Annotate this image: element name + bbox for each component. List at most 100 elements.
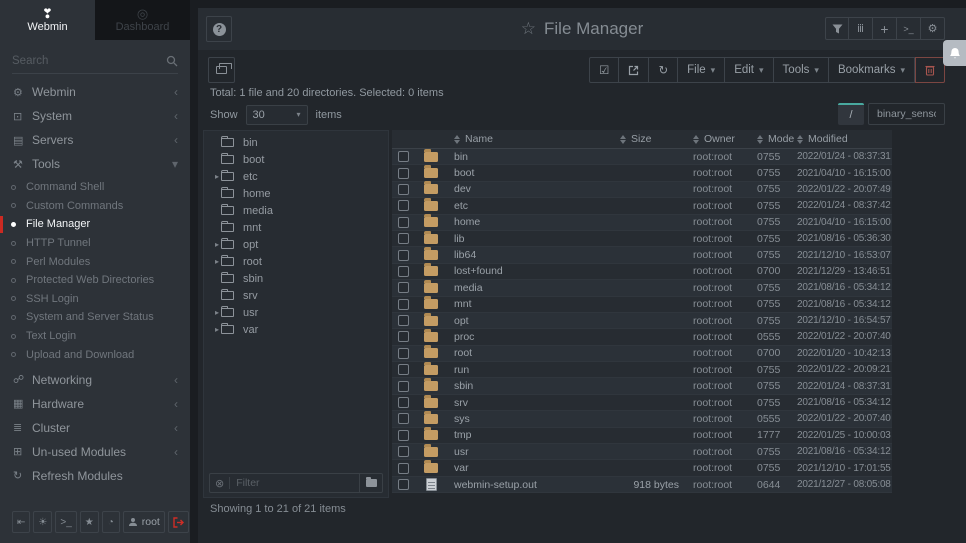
table-row[interactable]: opt root:root 0755 2021/12/10 - 16:54:57 bbox=[392, 313, 892, 329]
column-header-modified[interactable]: Modified bbox=[797, 133, 892, 145]
row-checkbox[interactable] bbox=[398, 364, 409, 375]
row-checkbox[interactable] bbox=[398, 184, 409, 195]
sidebar-item-command-shell[interactable]: Command Shell bbox=[0, 178, 190, 197]
sidebar-item-tools[interactable]: ⚒ Tools ▾ bbox=[0, 152, 190, 176]
row-checkbox[interactable] bbox=[398, 315, 409, 326]
tree-folder-toggle[interactable] bbox=[359, 474, 377, 492]
table-row[interactable]: webmin-setup.out 918 bytes root:root 064… bbox=[392, 477, 892, 493]
sidebar-item-webmin[interactable]: ⚙ Webmin ‹ bbox=[0, 80, 190, 104]
path-search-input[interactable] bbox=[868, 103, 945, 125]
table-row[interactable]: sys root:root 0555 2022/01/22 - 20:07:40 bbox=[392, 411, 892, 427]
file-name[interactable]: dev bbox=[454, 183, 471, 195]
file-name[interactable]: media bbox=[454, 282, 483, 294]
tree-item-usr[interactable]: ▸ usr bbox=[204, 304, 388, 321]
tree-item-bin[interactable]: bin bbox=[204, 134, 388, 151]
tree-item-home[interactable]: home bbox=[204, 185, 388, 202]
open-location-button[interactable] bbox=[619, 57, 649, 83]
refresh-button[interactable]: ↻ bbox=[649, 57, 678, 83]
row-checkbox[interactable] bbox=[398, 233, 409, 244]
row-checkbox[interactable] bbox=[398, 348, 409, 359]
table-row[interactable]: root root:root 0700 2022/01/20 - 10:42:1… bbox=[392, 346, 892, 362]
row-checkbox[interactable] bbox=[398, 430, 409, 441]
user-button[interactable]: root bbox=[123, 511, 165, 533]
row-checkbox[interactable] bbox=[398, 168, 409, 179]
file-name[interactable]: srv bbox=[454, 397, 468, 409]
sidebar-search-input[interactable] bbox=[12, 55, 166, 67]
expand-arrow-icon[interactable]: ▸ bbox=[204, 257, 218, 266]
sidebar-item-custom-commands[interactable]: Custom Commands bbox=[0, 197, 190, 216]
filter-button[interactable] bbox=[825, 17, 849, 40]
tree-item-mnt[interactable]: mnt bbox=[204, 219, 388, 236]
file-name[interactable]: etc bbox=[454, 200, 468, 212]
table-row[interactable]: boot root:root 0755 2021/04/10 - 16:15:0… bbox=[392, 165, 892, 181]
sidebar-item-ssh-login[interactable]: SSH Login bbox=[0, 290, 190, 309]
table-row[interactable]: bin root:root 0755 2022/01/24 - 08:37:31 bbox=[392, 149, 892, 165]
sidebar-item-system[interactable]: ⊡ System ‹ bbox=[0, 104, 190, 128]
table-row[interactable]: usr root:root 0755 2021/08/16 - 05:34:12 bbox=[392, 444, 892, 460]
column-header-name[interactable]: Name bbox=[448, 133, 608, 145]
table-row[interactable]: home root:root 0755 2021/04/10 - 16:15:0… bbox=[392, 215, 892, 231]
file-name[interactable]: webmin-setup.out bbox=[454, 479, 537, 491]
file-name[interactable]: home bbox=[454, 216, 480, 228]
row-checkbox[interactable] bbox=[398, 266, 409, 277]
row-checkbox[interactable] bbox=[398, 299, 409, 310]
tree-item-etc[interactable]: ▸ etc bbox=[204, 168, 388, 185]
file-name[interactable]: boot bbox=[454, 167, 474, 179]
file-name[interactable]: opt bbox=[454, 315, 469, 327]
file-name[interactable]: lib bbox=[454, 233, 465, 245]
sidebar-item-refresh-modules[interactable]: ↻ Refresh Modules bbox=[0, 464, 190, 488]
table-row[interactable]: etc root:root 0755 2022/01/24 - 08:37:42 bbox=[392, 198, 892, 214]
favorite-star-icon[interactable]: ☆ bbox=[521, 19, 536, 39]
settings-button[interactable]: ⚙ bbox=[921, 17, 945, 40]
root-path-button[interactable]: / bbox=[838, 103, 864, 125]
tree-item-media[interactable]: media bbox=[204, 202, 388, 219]
tree-item-sbin[interactable]: sbin bbox=[204, 270, 388, 287]
sidebar-item-hardware[interactable]: ▦ Hardware ‹ bbox=[0, 392, 190, 416]
help-button[interactable]: ? bbox=[206, 16, 232, 42]
row-checkbox[interactable] bbox=[398, 397, 409, 408]
add-button[interactable]: + bbox=[873, 17, 897, 40]
terminal-button[interactable]: >_ bbox=[897, 17, 921, 40]
file-name[interactable]: usr bbox=[454, 446, 469, 458]
favorites-button[interactable]: ★ bbox=[80, 511, 99, 533]
row-checkbox[interactable] bbox=[398, 217, 409, 228]
row-checkbox[interactable] bbox=[398, 479, 409, 490]
table-row[interactable]: media root:root 0755 2021/08/16 - 05:34:… bbox=[392, 280, 892, 296]
theme-button[interactable]: ☀ bbox=[33, 511, 52, 533]
table-row[interactable]: srv root:root 0755 2021/08/16 - 05:34:12 bbox=[392, 395, 892, 411]
row-checkbox[interactable] bbox=[398, 200, 409, 211]
row-checkbox[interactable] bbox=[398, 413, 409, 424]
sidebar-item-system-and-server-status[interactable]: System and Server Status bbox=[0, 308, 190, 327]
table-row[interactable]: proc root:root 0555 2022/01/22 - 20:07:4… bbox=[392, 329, 892, 345]
tree-item-srv[interactable]: srv bbox=[204, 287, 388, 304]
row-checkbox[interactable] bbox=[398, 446, 409, 457]
table-row[interactable]: dev root:root 0755 2022/01/22 - 20:07:49 bbox=[392, 182, 892, 198]
items-per-page-select[interactable]: 30 ▾ bbox=[246, 105, 308, 125]
select-all-button[interactable]: ☑ bbox=[589, 57, 619, 83]
tab-dashboard[interactable]: ◎ Dashboard bbox=[95, 0, 190, 40]
file-name[interactable]: sbin bbox=[454, 380, 473, 392]
sidebar-item-text-login[interactable]: Text Login bbox=[0, 327, 190, 346]
file-menu-button[interactable]: File▾ bbox=[678, 57, 725, 83]
table-row[interactable]: var root:root 0755 2021/12/10 - 17:01:55 bbox=[392, 460, 892, 476]
bookmarks-menu-button[interactable]: Bookmarks▾ bbox=[829, 57, 915, 83]
sidebar-item-protected-web-directories[interactable]: Protected Web Directories bbox=[0, 271, 190, 290]
tree-item-boot[interactable]: boot bbox=[204, 151, 388, 168]
grid-view-button[interactable] bbox=[208, 57, 235, 83]
tree-item-opt[interactable]: ▸ opt bbox=[204, 236, 388, 253]
file-name[interactable]: sys bbox=[454, 413, 470, 425]
table-row[interactable]: tmp root:root 1777 2022/01/25 - 10:00:03 bbox=[392, 428, 892, 444]
columns-button[interactable]: ⅲ bbox=[849, 17, 873, 40]
file-name[interactable]: proc bbox=[454, 331, 474, 343]
sidebar-item-file-manager[interactable]: File Manager bbox=[0, 215, 190, 234]
edit-menu-button[interactable]: Edit▾ bbox=[725, 57, 773, 83]
tree-item-root[interactable]: ▸ root bbox=[204, 253, 388, 270]
file-name[interactable]: var bbox=[454, 462, 469, 474]
tree-filter-input[interactable] bbox=[229, 477, 354, 489]
file-name[interactable]: run bbox=[454, 364, 469, 376]
sidebar-item-cluster[interactable]: ≣ Cluster ‹ bbox=[0, 416, 190, 440]
file-name[interactable]: mnt bbox=[454, 298, 472, 310]
table-row[interactable]: run root:root 0755 2022/01/22 - 20:09:21 bbox=[392, 362, 892, 378]
table-row[interactable]: mnt root:root 0755 2021/08/16 - 05:34:12 bbox=[392, 297, 892, 313]
clear-filter-icon[interactable]: ⊗ bbox=[215, 477, 224, 490]
